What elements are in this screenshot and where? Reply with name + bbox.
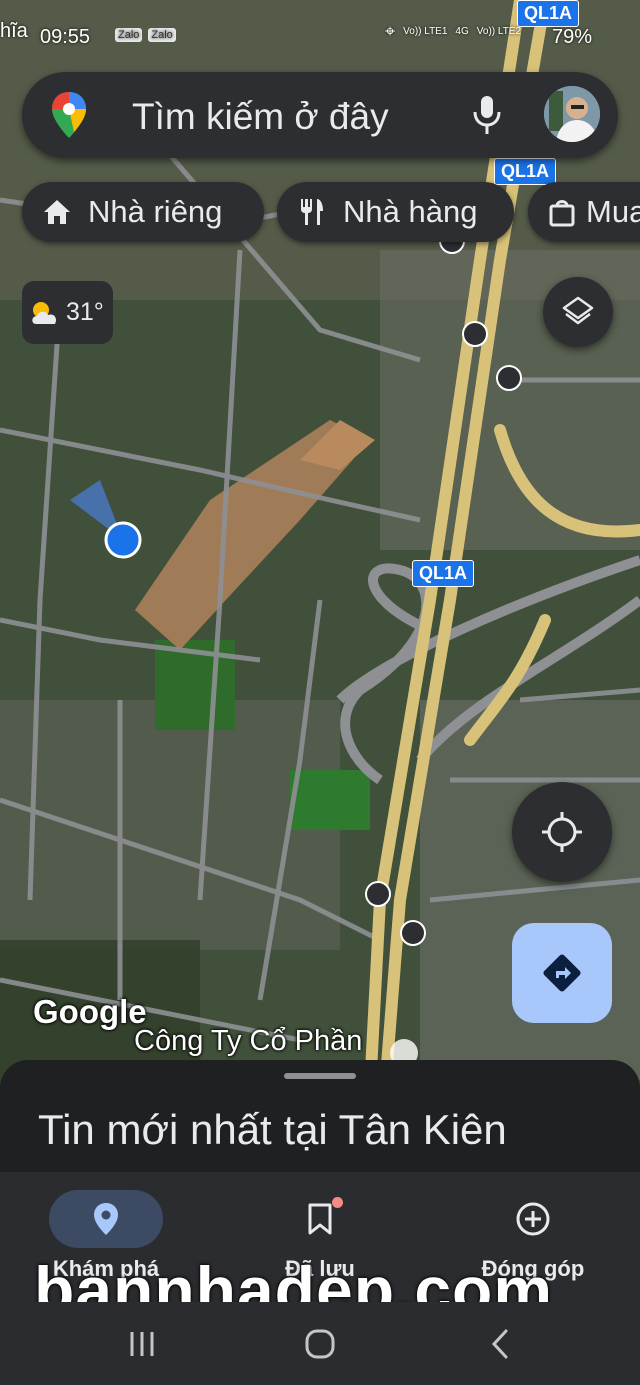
restaurant-icon: [301, 199, 323, 225]
location-status-icon: ⌖: [385, 21, 396, 41]
tab-contribute-indicator: [476, 1190, 590, 1248]
partial-place-text: hĩa: [0, 20, 28, 42]
profile-photo-icon: [544, 86, 600, 142]
partly-cloudy-icon: [32, 301, 57, 324]
google-logo: Google: [33, 993, 147, 1030]
recent-apps-button[interactable]: [112, 1324, 172, 1364]
chip-shopping[interactable]: Mua: [528, 182, 640, 242]
my-location-icon: [542, 812, 582, 852]
chip-restaurant-label: Nhà hàng: [343, 194, 478, 229]
shopping-bag-icon: [549, 200, 575, 227]
location-pin-icon: [94, 1203, 118, 1235]
temperature: 31°: [66, 298, 104, 326]
network-2: Vo)) LTE2: [476, 26, 522, 37]
drag-handle[interactable]: [284, 1073, 356, 1079]
home-circle-icon: [305, 1329, 335, 1359]
system-navigation-bar: [0, 1302, 640, 1385]
back-chevron-icon: [491, 1329, 508, 1359]
signal-icons: ⌖ Vo)) LTE1 4G Vo)) LTE2: [385, 21, 522, 41]
google-maps-logo-icon: [52, 92, 86, 138]
tab-explore-indicator: [49, 1190, 163, 1248]
battery-level: 79%: [551, 26, 592, 48]
layers-button[interactable]: [543, 277, 613, 347]
directions-icon: [543, 954, 581, 992]
zalo-icon: Zalo: [115, 28, 143, 42]
microphone-icon[interactable]: [470, 94, 504, 136]
network-type: 4G: [455, 26, 469, 37]
road-badge-ql1a: QL1A: [412, 560, 475, 587]
home-icon: [44, 200, 70, 224]
status-time: 09:55: [40, 26, 91, 48]
notification-dot: [332, 1197, 343, 1208]
search-input[interactable]: Tìm kiếm ở đây: [132, 96, 389, 138]
search-bar[interactable]: Tìm kiếm ở đây: [22, 72, 618, 158]
bottom-sheet[interactable]: Tin mới nhất tại Tân Kiên: [0, 1060, 640, 1170]
back-button[interactable]: [470, 1324, 530, 1364]
bookmark-icon: [308, 1203, 332, 1235]
network-1: Vo)) LTE1: [403, 26, 448, 37]
tab-saved-indicator: [263, 1190, 377, 1248]
layers-icon: [562, 296, 594, 325]
status-bar: hĩa 09:55 Zalo Zalo ⌖ Vo)) LTE1 4G Vo)) …: [0, 20, 640, 54]
road-badge-ql1a: QL1A: [494, 158, 557, 185]
place-label[interactable]: Công Ty Cổ Phần: [134, 1025, 362, 1058]
sheet-title: Tin mới nhất tại Tân Kiên: [38, 1106, 507, 1153]
directions-button[interactable]: [512, 923, 612, 1023]
zalo-icon: Zalo: [148, 28, 176, 42]
my-location-button[interactable]: [512, 782, 612, 882]
recent-apps-icon: [130, 1332, 154, 1356]
chip-home[interactable]: Nhà riêng: [22, 182, 264, 242]
weather-widget[interactable]: 31°: [22, 281, 113, 344]
chip-restaurant[interactable]: Nhà hàng: [277, 182, 514, 242]
notification-icons: Zalo Zalo: [115, 28, 176, 42]
home-button[interactable]: [290, 1324, 350, 1364]
chip-shopping-label: Mua: [586, 194, 640, 229]
avatar[interactable]: [544, 86, 600, 142]
chip-home-label: Nhà riêng: [88, 194, 223, 229]
add-circle-icon: [516, 1202, 550, 1236]
